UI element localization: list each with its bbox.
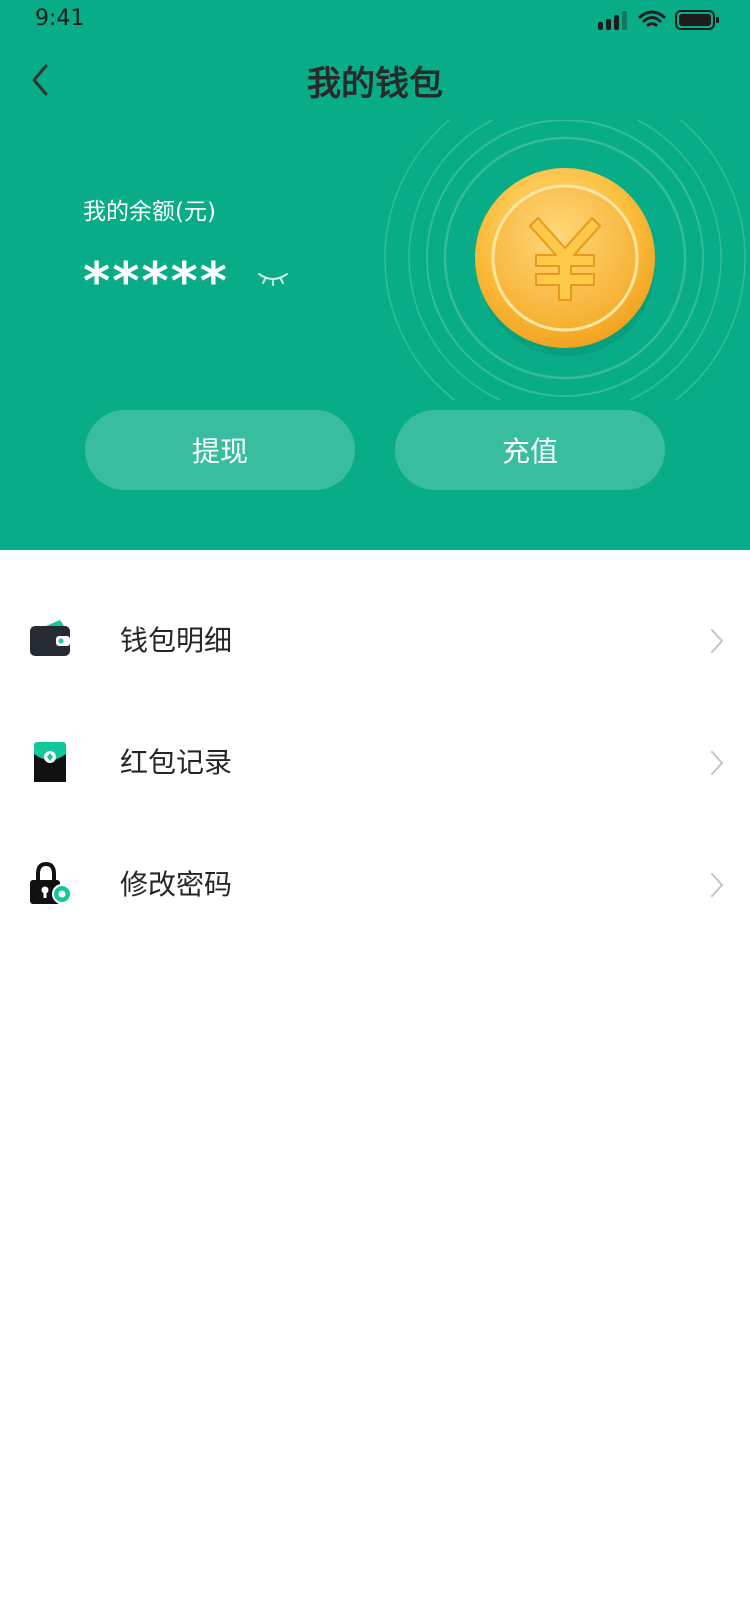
coin-illustration <box>384 120 746 400</box>
balance-label: 我的余额(元) <box>83 199 216 225</box>
signal-icon <box>598 11 627 30</box>
chevron-right-icon <box>711 873 723 897</box>
wallet-icon <box>30 620 70 656</box>
wallet-menu: 钱包明细 红包记录 修改密码 <box>0 580 750 946</box>
eye-closed-icon[interactable] <box>256 270 290 286</box>
lock-settings-icon <box>30 862 72 904</box>
menu-item-wallet-details[interactable]: 钱包明细 <box>0 580 750 702</box>
withdraw-button[interactable]: 提现 <box>85 410 355 490</box>
menu-item-label: 红包记录 <box>120 746 233 779</box>
menu-item-label: 钱包明细 <box>120 624 233 657</box>
battery-icon <box>675 10 719 30</box>
page-title: 我的钱包 <box>307 64 443 104</box>
recharge-button[interactable]: 充值 <box>395 410 665 490</box>
chevron-right-icon <box>711 629 723 653</box>
wifi-icon <box>638 10 666 27</box>
status-icons <box>598 10 719 30</box>
menu-item-change-password[interactable]: 修改密码 <box>0 824 750 946</box>
menu-item-label: 修改密码 <box>120 868 233 901</box>
status-time: 9:41 <box>35 6 85 31</box>
balance-value: ***** <box>83 252 229 312</box>
menu-item-red-envelope[interactable]: 红包记录 <box>0 702 750 824</box>
red-envelope-icon <box>34 742 66 782</box>
chevron-right-icon <box>711 751 723 775</box>
wallet-header: 9:41 我的钱包 我的余额(元) ***** 提现 充值 <box>0 0 750 550</box>
